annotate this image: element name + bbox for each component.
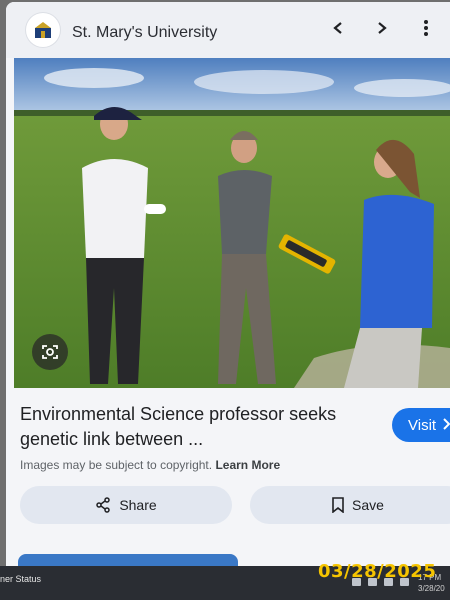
university-logo[interactable] <box>26 13 60 47</box>
clock-date: 3/28/20 <box>418 584 445 593</box>
source-header: St. Mary's University <box>6 2 450 58</box>
site-name[interactable]: St. Mary's University <box>72 24 217 42</box>
share-icon <box>96 497 111 513</box>
result-title[interactable]: Environmental Science professor seeks ge… <box>20 402 360 452</box>
forward-arrow-icon[interactable] <box>370 16 394 40</box>
result-title-line2: genetic link between ... <box>20 429 204 449</box>
browser-screen: St. Mary's University Environmental Scie… <box>6 2 450 570</box>
taskbar-status-text[interactable]: ner Status <box>0 574 41 584</box>
university-crest-icon <box>35 22 51 38</box>
copyright-text: Images may be subject to copyright. <box>20 458 213 472</box>
save-button[interactable]: Save <box>250 486 450 524</box>
learn-more-link[interactable]: Learn More <box>215 458 280 472</box>
chevron-right-icon <box>442 417 450 434</box>
lens-search-icon[interactable] <box>32 334 68 370</box>
result-photo[interactable] <box>14 58 450 388</box>
field-scene <box>14 58 450 388</box>
bookmark-icon <box>332 497 344 513</box>
photo-date-stamp: 03/28/2025 <box>318 561 437 582</box>
result-info-panel: Environmental Science professor seeks ge… <box>6 388 450 570</box>
share-button[interactable]: Share <box>20 486 232 524</box>
back-arrow-icon[interactable] <box>326 16 350 40</box>
visit-button[interactable]: Visit <box>392 408 450 442</box>
header-nav <box>326 16 438 40</box>
save-label: Save <box>352 497 384 513</box>
visit-label: Visit <box>408 416 437 434</box>
result-title-line1: Environmental Science professor seeks <box>20 404 337 424</box>
copyright-notice: Images may be subject to copyright. Lear… <box>20 458 280 472</box>
share-label: Share <box>119 497 157 513</box>
more-vert-icon[interactable] <box>414 16 438 40</box>
